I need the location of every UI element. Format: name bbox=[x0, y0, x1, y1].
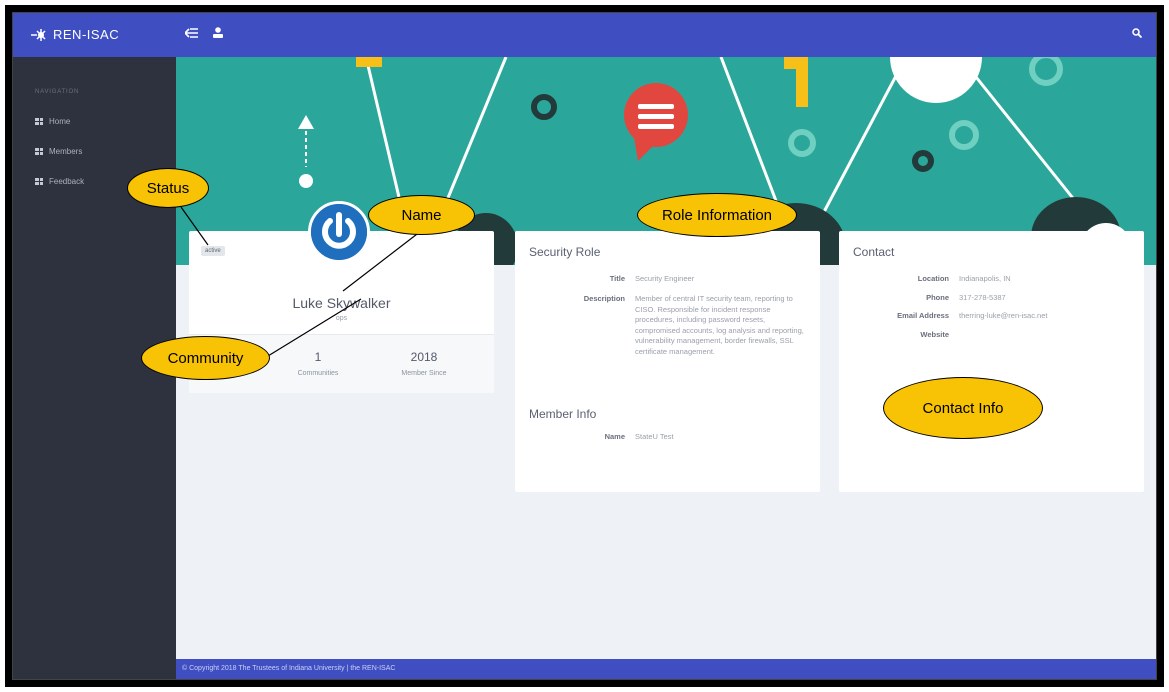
menu-collapse-icon[interactable] bbox=[184, 27, 198, 41]
footer: © Copyright 2018 The Trustees of Indiana… bbox=[176, 659, 1156, 679]
contact-section-title: Contact bbox=[853, 245, 895, 259]
field-value: Security Engineer bbox=[635, 274, 695, 283]
sidebar-item-label: Members bbox=[49, 147, 83, 156]
field-value: Indianapolis, IN bbox=[959, 274, 1011, 283]
field-key: Location bbox=[917, 274, 949, 283]
status-badge: active bbox=[201, 246, 225, 256]
field-value: Member of central IT security team, repo… bbox=[635, 294, 804, 356]
user-icon[interactable] bbox=[213, 27, 223, 41]
power-logo-icon bbox=[311, 204, 367, 260]
stat-member-since: 2018 Member Since bbox=[379, 350, 469, 377]
role-card: Security Role Title Security Engineer De… bbox=[515, 231, 820, 492]
brand-logo-icon bbox=[31, 28, 46, 41]
sidebar-item-label: Home bbox=[49, 117, 71, 126]
app-title: REN-ISAC bbox=[53, 27, 120, 42]
screenshot-frame: NAVIGATION Home Members Feedback REN-ISA… bbox=[5, 5, 1164, 687]
stat-label: Communities bbox=[297, 370, 339, 377]
search-icon[interactable] bbox=[1132, 27, 1143, 41]
sidebar-item-label: Feedback bbox=[49, 177, 85, 186]
role-section-title: Security Role bbox=[529, 245, 601, 259]
email-link[interactable]: therring-luke@ren-isac.net bbox=[959, 311, 1134, 322]
sidebar-item-members[interactable]: Members bbox=[35, 147, 82, 156]
grid-icon bbox=[35, 118, 43, 125]
sidebar-item-feedback[interactable]: Feedback bbox=[35, 177, 84, 186]
field-key: Description bbox=[583, 294, 625, 303]
sidebar-item-home[interactable]: Home bbox=[35, 117, 70, 126]
profile-name: Luke Skywalker bbox=[292, 295, 391, 311]
callout-role-information: Role Information bbox=[637, 193, 797, 237]
field-key: Title bbox=[609, 274, 625, 283]
field-value: 317-278-5387 bbox=[959, 293, 1006, 302]
field-key: Name bbox=[604, 432, 625, 441]
field-key: Phone bbox=[926, 293, 949, 302]
field-key: Website bbox=[920, 330, 949, 339]
field-value: StateU Test bbox=[635, 432, 674, 441]
member-info-title: Member Info bbox=[529, 407, 597, 421]
grid-icon bbox=[35, 178, 43, 185]
callout-name: Name bbox=[368, 195, 475, 235]
brand[interactable]: REN-ISAC bbox=[31, 27, 119, 42]
nav-section-label: NAVIGATION bbox=[35, 89, 80, 95]
stat-communities: 1 Communities bbox=[273, 350, 363, 377]
contact-card: Contact Location Indianapolis, IN Phone … bbox=[839, 231, 1144, 492]
callout-community: Community bbox=[141, 336, 270, 380]
avatar bbox=[308, 201, 370, 263]
top-navbar: REN-ISAC bbox=[13, 13, 1156, 57]
app-screen: NAVIGATION Home Members Feedback REN-ISA… bbox=[12, 12, 1157, 680]
profile-community: ops bbox=[335, 315, 348, 322]
stat-label: Member Since bbox=[401, 370, 447, 377]
callout-contact-info: Contact Info bbox=[883, 377, 1043, 439]
field-key: Email Address bbox=[897, 311, 949, 320]
stat-value: 1 bbox=[314, 350, 322, 364]
grid-icon bbox=[35, 148, 43, 155]
callout-status: Status bbox=[127, 168, 209, 208]
stat-value: 2018 bbox=[410, 350, 438, 364]
